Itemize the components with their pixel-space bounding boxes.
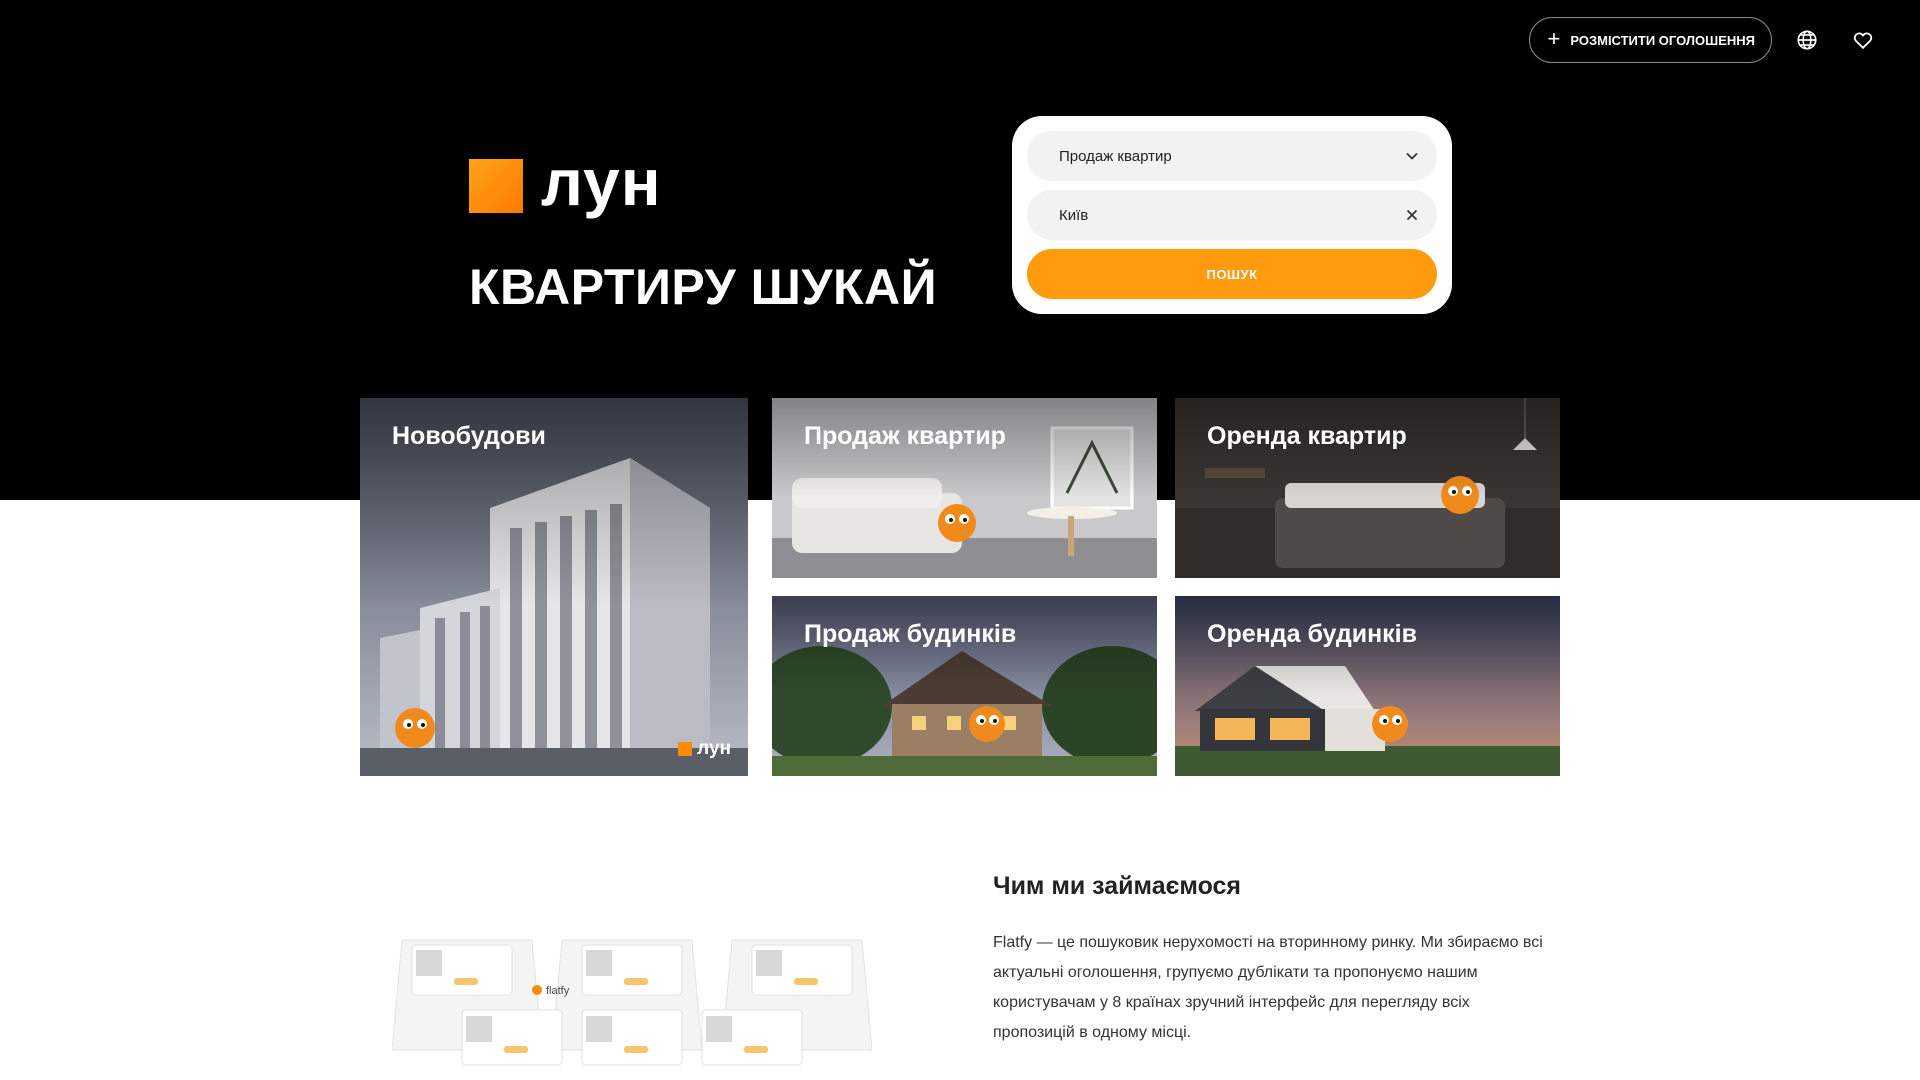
top-nav: + РОЗМІСТИТИ ОГОЛОШЕННЯ [1528, 17, 1885, 63]
heart-icon [1853, 32, 1873, 50]
favorites-button[interactable] [1842, 19, 1884, 61]
listings-illustration: flatfy [392, 939, 872, 1066]
watermark-text: лун [697, 738, 731, 759]
about-title: Чим ми займаємося [993, 872, 1242, 900]
category-card-apartment-rent[interactable]: Оренда квартир [1175, 398, 1560, 578]
category-card-house-sale[interactable]: Продаж будинків [772, 596, 1157, 776]
card-shade [360, 398, 748, 776]
logo-wordmark: лун [541, 145, 662, 219]
search-button[interactable]: ПОШУК [1027, 249, 1437, 299]
post-ad-button[interactable]: + РОЗМІСТИТИ ОГОЛОШЕННЯ [1528, 17, 1772, 63]
post-ad-label: РОЗМІСТИТИ ОГОЛОШЕННЯ [1570, 32, 1755, 48]
clear-icon[interactable] [1405, 208, 1419, 222]
card-title: Продаж квартир [804, 422, 1006, 450]
category-card-house-rent[interactable]: Оренда будинків [1175, 596, 1560, 776]
logo-square-icon [678, 742, 693, 756]
deal-type-value: Продаж квартир [1059, 147, 1172, 165]
chevron-down-icon [1406, 152, 1418, 160]
card-title: Продаж будинків [804, 620, 1017, 648]
language-button[interactable] [1786, 19, 1828, 61]
illustration-brand-label: flatfy [546, 985, 570, 997]
plus-icon: + [1547, 26, 1561, 51]
about-text: Flatfy — це пошуковик нерухомості на вто… [993, 934, 1543, 1041]
card-title: Оренда квартир [1207, 422, 1407, 450]
card-title: Новобудови [392, 422, 546, 450]
category-card-apartment-sale[interactable]: Продаж квартир [772, 398, 1157, 578]
category-card-new-buildings[interactable]: Новобудови лун [360, 398, 748, 776]
city-value: Київ [1059, 206, 1089, 224]
watermark-logo: лун [678, 738, 731, 760]
deal-type-select[interactable]: Продаж квартир [1027, 131, 1437, 181]
brand-logo[interactable]: лун [469, 149, 662, 215]
hero-slogan: КВАРТИРУ ШУКАЙ [469, 259, 938, 315]
card-title: Оренда будинків [1207, 620, 1417, 648]
search-form: Продаж квартир Київ ПОШУК [1012, 116, 1452, 314]
city-input[interactable]: Київ [1027, 190, 1437, 240]
globe-icon [1797, 30, 1817, 50]
logo-square-icon [469, 159, 523, 213]
